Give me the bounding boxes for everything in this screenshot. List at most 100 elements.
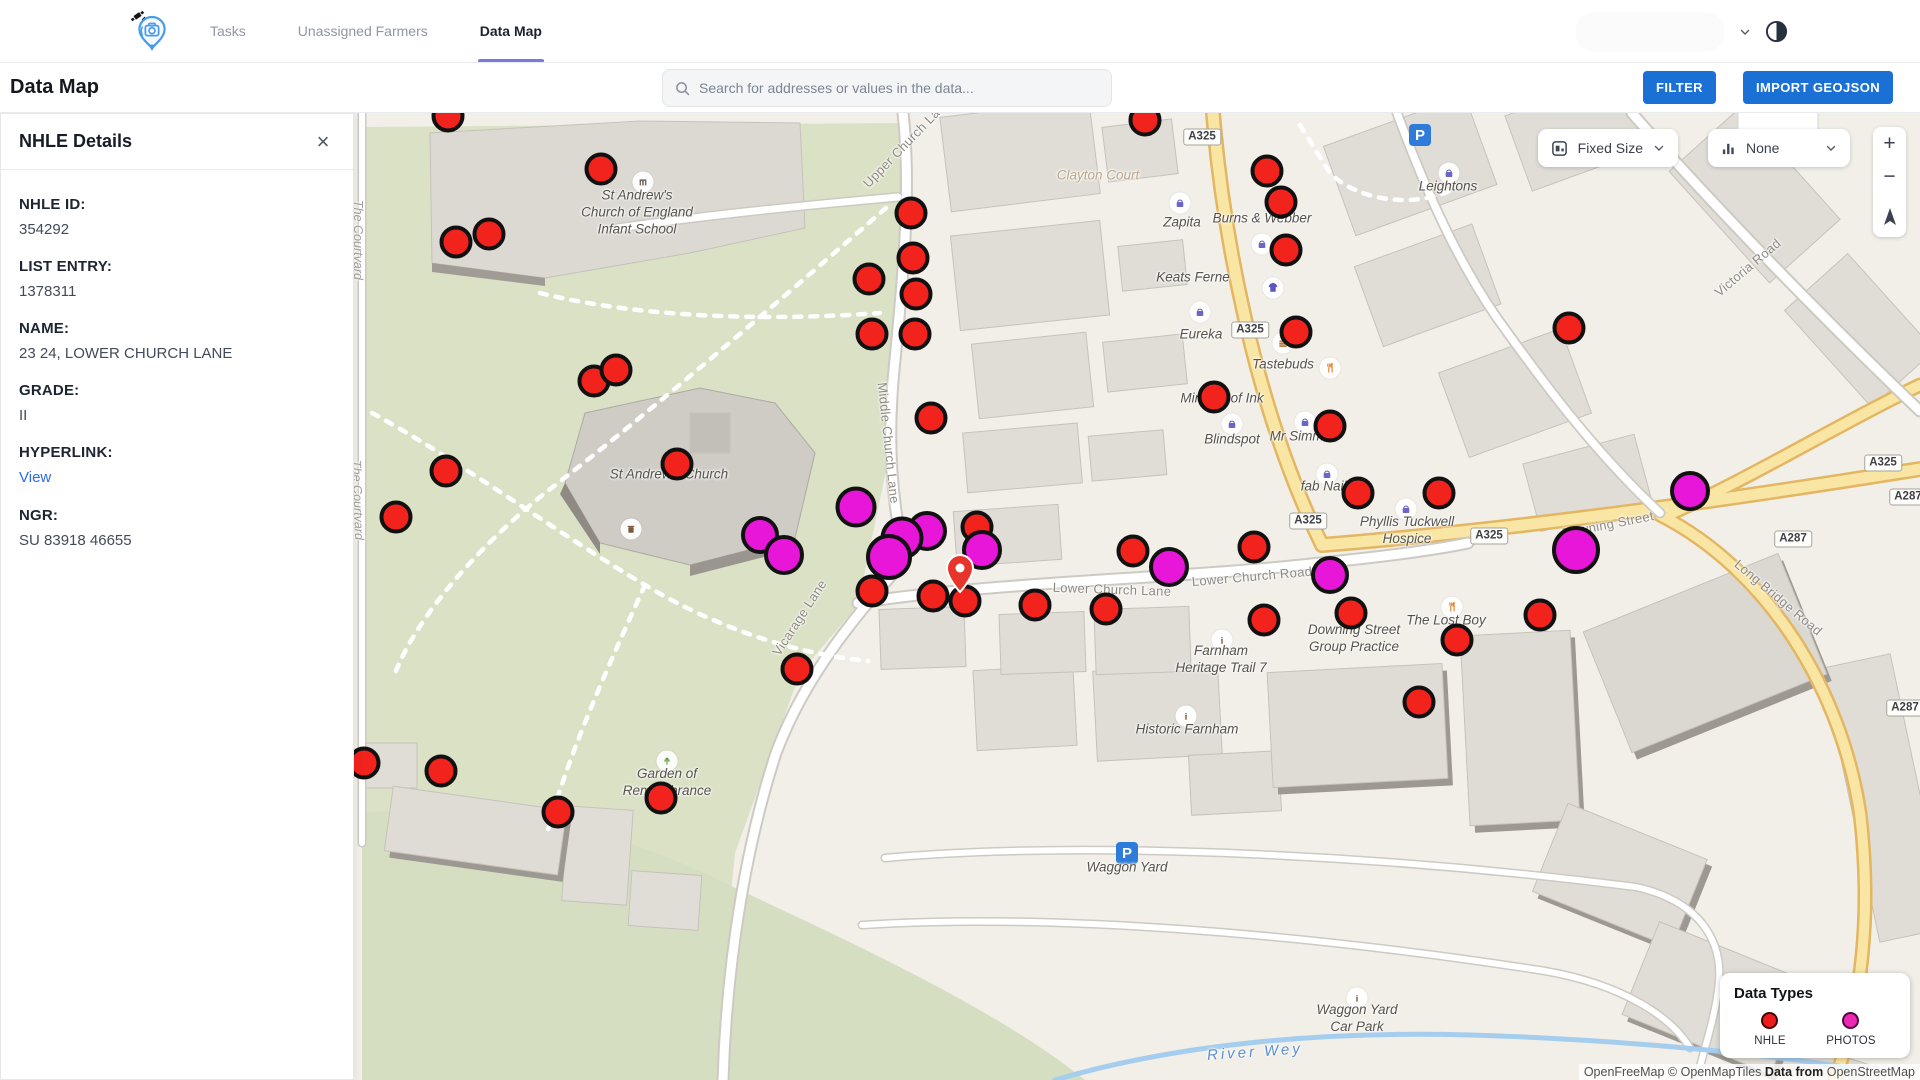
map-marker-nhle[interactable] [1019, 589, 1052, 622]
fork-icon [1442, 597, 1463, 618]
bag-icon [1396, 499, 1417, 520]
map-marker-nhle[interactable] [900, 278, 933, 311]
map-marker-nhle[interactable] [899, 318, 932, 351]
shirt-icon [1263, 278, 1284, 299]
map-marker-nhle[interactable] [1251, 155, 1284, 188]
chevron-down-icon[interactable] [1739, 26, 1751, 38]
tab-data-map[interactable]: Data Map [478, 0, 544, 62]
map-label: Zapita [1163, 215, 1201, 232]
field-grade: GRADE: II [19, 382, 335, 424]
road-shield: A325 [1864, 455, 1902, 472]
map-attribution: OpenFreeMap © OpenMapTiles Data from Ope… [1579, 1064, 1920, 1080]
import-geojson-button[interactable]: IMPORT GEOJSON [1743, 71, 1893, 104]
search-input[interactable] [699, 80, 1099, 96]
map-marker-nhle[interactable] [430, 455, 463, 488]
tab-tasks[interactable]: Tasks [208, 0, 248, 62]
map-marker-nhle[interactable] [1524, 599, 1557, 632]
field-hyperlink: HYPERLINK: View [19, 444, 335, 487]
map-marker-nhle[interactable] [1441, 624, 1474, 657]
svg-text:i: i [1221, 635, 1224, 646]
road-shield: A325 [1231, 322, 1269, 339]
contrast-toggle-icon[interactable] [1765, 20, 1788, 43]
map-label: Clayton Court [1057, 168, 1140, 185]
svg-text:i: i [1356, 993, 1359, 1004]
map-marker-nhle[interactable] [1238, 531, 1271, 564]
map-marker-nhle[interactable] [1335, 597, 1368, 630]
map-marker-nhle[interactable] [897, 242, 930, 275]
map-marker-nhle[interactable] [473, 218, 506, 251]
map-label: Tastebuds [1252, 357, 1314, 374]
map-marker-nhle[interactable] [1342, 477, 1375, 510]
map-marker-photos[interactable] [836, 487, 877, 528]
map-marker-nhle[interactable] [1198, 381, 1231, 414]
map-marker-nhle[interactable] [542, 796, 575, 829]
flower-icon [657, 751, 678, 772]
view-link[interactable]: View [19, 469, 51, 486]
map-marker-nhle[interactable] [1403, 686, 1436, 719]
map-zoom-control: + − [1873, 127, 1906, 237]
map-label: Long Bridge Road [1731, 557, 1825, 640]
point-size-dropdown[interactable]: Fixed Size [1538, 129, 1678, 167]
map-marker-nhle[interactable] [380, 501, 413, 534]
map-marker-photos[interactable] [1552, 526, 1600, 574]
bag-icon [1170, 193, 1191, 214]
chevron-down-icon [1653, 142, 1665, 154]
map-marker-nhle[interactable] [915, 402, 948, 435]
panel-title: NHLE Details [19, 131, 132, 152]
map-marker-nhle[interactable] [1248, 604, 1281, 637]
map-marker-nhle[interactable] [1280, 316, 1313, 349]
map-marker-photos[interactable] [1311, 556, 1349, 594]
osm-link[interactable]: OpenStreetMap [1827, 1065, 1915, 1079]
map-marker-nhle[interactable] [425, 755, 458, 788]
road-shield: A325 [1470, 528, 1508, 545]
map-label: St Andrew's Church of England Infant Sch… [581, 188, 693, 239]
map-label: Burns & Webber [1213, 211, 1312, 228]
map-marker-nhle[interactable] [440, 226, 473, 259]
map-label: Upper Church Lane [860, 113, 954, 191]
map-marker-nhle[interactable] [585, 153, 618, 186]
map-marker-nhle[interactable] [1314, 410, 1347, 443]
map-canvas[interactable]: iiiPPA325A325A325A325A325A287A287A287The… [0, 113, 1920, 1080]
user-menu[interactable] [1575, 12, 1725, 52]
nhle-dot [1761, 1012, 1778, 1029]
metric-dropdown[interactable]: None [1708, 129, 1850, 167]
map-marker-nhle[interactable] [895, 197, 928, 230]
map-marker-nhle[interactable] [1090, 593, 1123, 626]
info-icon: i [1347, 988, 1368, 1009]
map-marker-photos[interactable] [866, 534, 912, 580]
top-nav: Tasks Unassigned Farmers Data Map [0, 0, 1920, 63]
filter-button[interactable]: FILTER [1643, 71, 1716, 104]
map-marker-nhle[interactable] [1117, 535, 1150, 568]
compass-icon[interactable] [1881, 207, 1899, 227]
map-marker-nhle[interactable] [645, 782, 678, 815]
map-marker-photos[interactable] [764, 535, 804, 575]
bar-chart-icon [1721, 141, 1736, 156]
nhle-details-panel: NHLE Details × NHLE ID: 354292 LIST ENTR… [0, 113, 354, 1080]
bag-icon [1295, 412, 1316, 433]
map-marker-nhle[interactable] [1553, 312, 1586, 345]
map-marker-nhle[interactable] [600, 354, 633, 387]
map-marker-nhle[interactable] [781, 653, 814, 686]
map-marker-nhle[interactable] [432, 113, 465, 133]
point-size-value: Fixed Size [1578, 140, 1643, 156]
map-marker-photos[interactable] [1670, 471, 1710, 511]
map-marker-nhle[interactable] [856, 318, 889, 351]
map-marker-nhle[interactable] [1423, 477, 1456, 510]
map-label: Lower Church Road [1191, 564, 1313, 591]
legend-item-nhle: NHLE [1754, 1012, 1785, 1047]
map-marker-nhle[interactable] [1265, 186, 1298, 219]
field-ngr: NGR: SU 83918 46655 [19, 507, 335, 549]
close-icon[interactable]: × [309, 128, 337, 156]
tab-unassigned-farmers[interactable]: Unassigned Farmers [296, 0, 430, 62]
zoom-out-button[interactable]: − [1873, 160, 1906, 193]
map-marker-nhle[interactable] [1270, 234, 1303, 267]
map-label: Middle Church Lane [874, 382, 903, 505]
map-marker-photos[interactable] [1149, 547, 1189, 587]
map-marker-nhle[interactable] [1129, 113, 1162, 137]
map-marker-nhle[interactable] [661, 448, 694, 481]
map-marker-nhle[interactable] [853, 263, 886, 296]
selected-location-pin-icon[interactable] [945, 554, 975, 599]
bin-icon [621, 519, 642, 540]
field-list-entry: LIST ENTRY: 1378311 [19, 258, 335, 300]
zoom-in-button[interactable]: + [1873, 127, 1906, 160]
